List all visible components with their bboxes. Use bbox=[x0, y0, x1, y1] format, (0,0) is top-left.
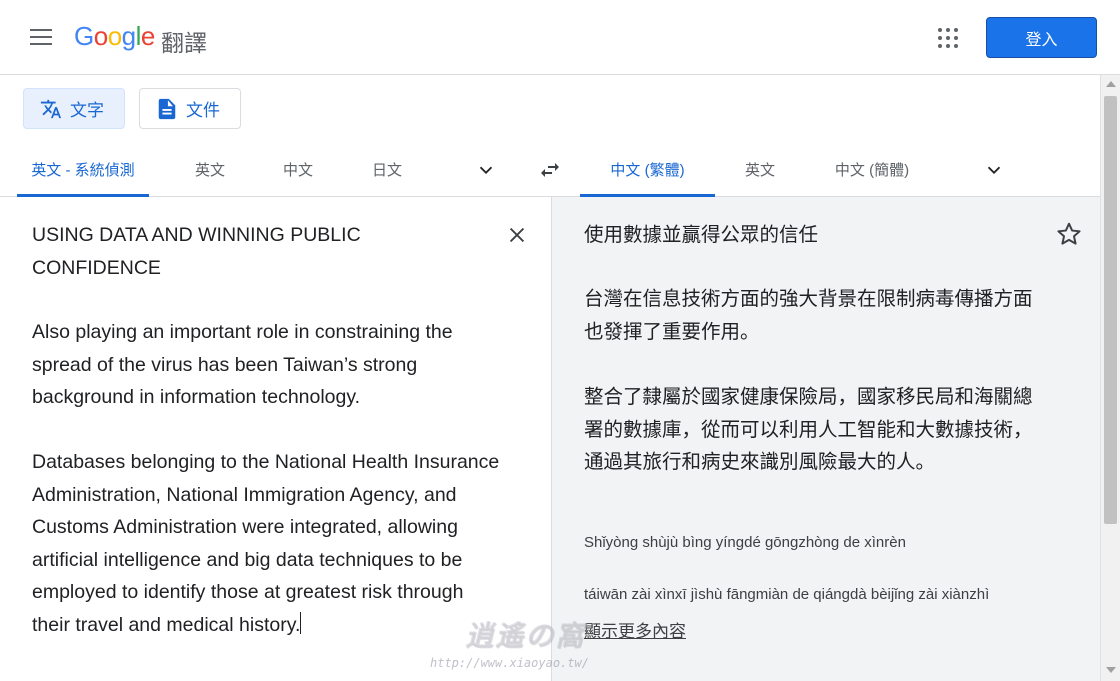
target-title-text: 使用數據並贏得公眾的信任 bbox=[584, 224, 819, 246]
page-scrollbar[interactable] bbox=[1100, 75, 1120, 681]
app-header: Google 翻譯 登入 bbox=[0, 0, 1120, 75]
source-lang-english[interactable]: 英文 bbox=[180, 143, 240, 196]
text-cursor bbox=[300, 611, 302, 634]
document-icon bbox=[156, 98, 178, 120]
scroll-up-arrow-icon[interactable] bbox=[1106, 81, 1116, 87]
target-paragraph-2: 整合了隸屬於國家健康保險局，國家移民局和海關總署的數據庫，從而可以利用人工智能和… bbox=[584, 386, 1033, 473]
signin-button[interactable]: 登入 bbox=[986, 17, 1097, 58]
document-mode-button[interactable]: 文件 bbox=[139, 88, 241, 129]
product-name: 翻譯 bbox=[161, 30, 207, 56]
translate-icon bbox=[40, 98, 62, 120]
source-lang-japanese[interactable]: 日文 bbox=[357, 143, 417, 196]
source-paragraph-1[interactable]: Also playing an important role in constr… bbox=[32, 316, 502, 414]
google-logo[interactable]: Google bbox=[74, 21, 155, 52]
translation-output-area: 使用數據並贏得公眾的信任 台灣在信息技術方面的強大背景在限制病毒傳播方面也發揮了… bbox=[551, 197, 1100, 681]
show-more-link[interactable]: 顯示更多內容 bbox=[584, 617, 686, 642]
source-text-area[interactable]: USING DATA AND WINNING PUBLIC CONFIDENCE… bbox=[0, 197, 551, 681]
text-mode-label: 文字 bbox=[70, 101, 104, 120]
language-bar: 英文 - 系統偵測 英文 中文 日文 中文 (繁體) 英文 中文 (簡體) bbox=[0, 143, 1100, 197]
text-mode-button[interactable]: 文字 bbox=[23, 88, 125, 129]
pinyin-line-2: táiwān zài xìnxī jìshù fāngmiàn de qiáng… bbox=[584, 586, 990, 603]
target-lang-chinese-simplified[interactable]: 中文 (簡體) bbox=[822, 143, 922, 196]
swap-languages-icon[interactable] bbox=[538, 158, 562, 182]
target-lang-chinese-traditional[interactable]: 中文 (繁體) bbox=[580, 143, 715, 197]
source-paragraph-2[interactable]: Databases belonging to the National Heal… bbox=[32, 446, 502, 641]
target-lang-english[interactable]: 英文 bbox=[730, 143, 790, 196]
clear-source-close-icon[interactable] bbox=[506, 224, 528, 246]
save-translation-star-icon[interactable] bbox=[1056, 221, 1082, 247]
menu-icon[interactable] bbox=[30, 29, 52, 47]
pinyin-line-1: Shǐyòng shùjù bìng yíngdé gōngzhòng de x… bbox=[584, 534, 906, 551]
target-more-languages-chevron-down-icon[interactable] bbox=[983, 159, 1005, 181]
source-lang-detect[interactable]: 英文 - 系統偵測 bbox=[17, 143, 149, 197]
source-more-languages-chevron-down-icon[interactable] bbox=[475, 159, 497, 181]
target-paragraph-1: 台灣在信息技術方面的強大背景在限制病毒傳播方面也發揮了重要作用。 bbox=[584, 288, 1033, 343]
scroll-down-arrow-icon[interactable] bbox=[1106, 667, 1116, 673]
document-mode-label: 文件 bbox=[186, 101, 220, 120]
apps-icon[interactable] bbox=[938, 28, 958, 48]
scroll-thumb[interactable] bbox=[1104, 96, 1117, 524]
source-lang-chinese[interactable]: 中文 bbox=[268, 143, 328, 196]
source-title-text[interactable]: USING DATA AND WINNING PUBLIC CONFIDENCE bbox=[32, 219, 492, 284]
